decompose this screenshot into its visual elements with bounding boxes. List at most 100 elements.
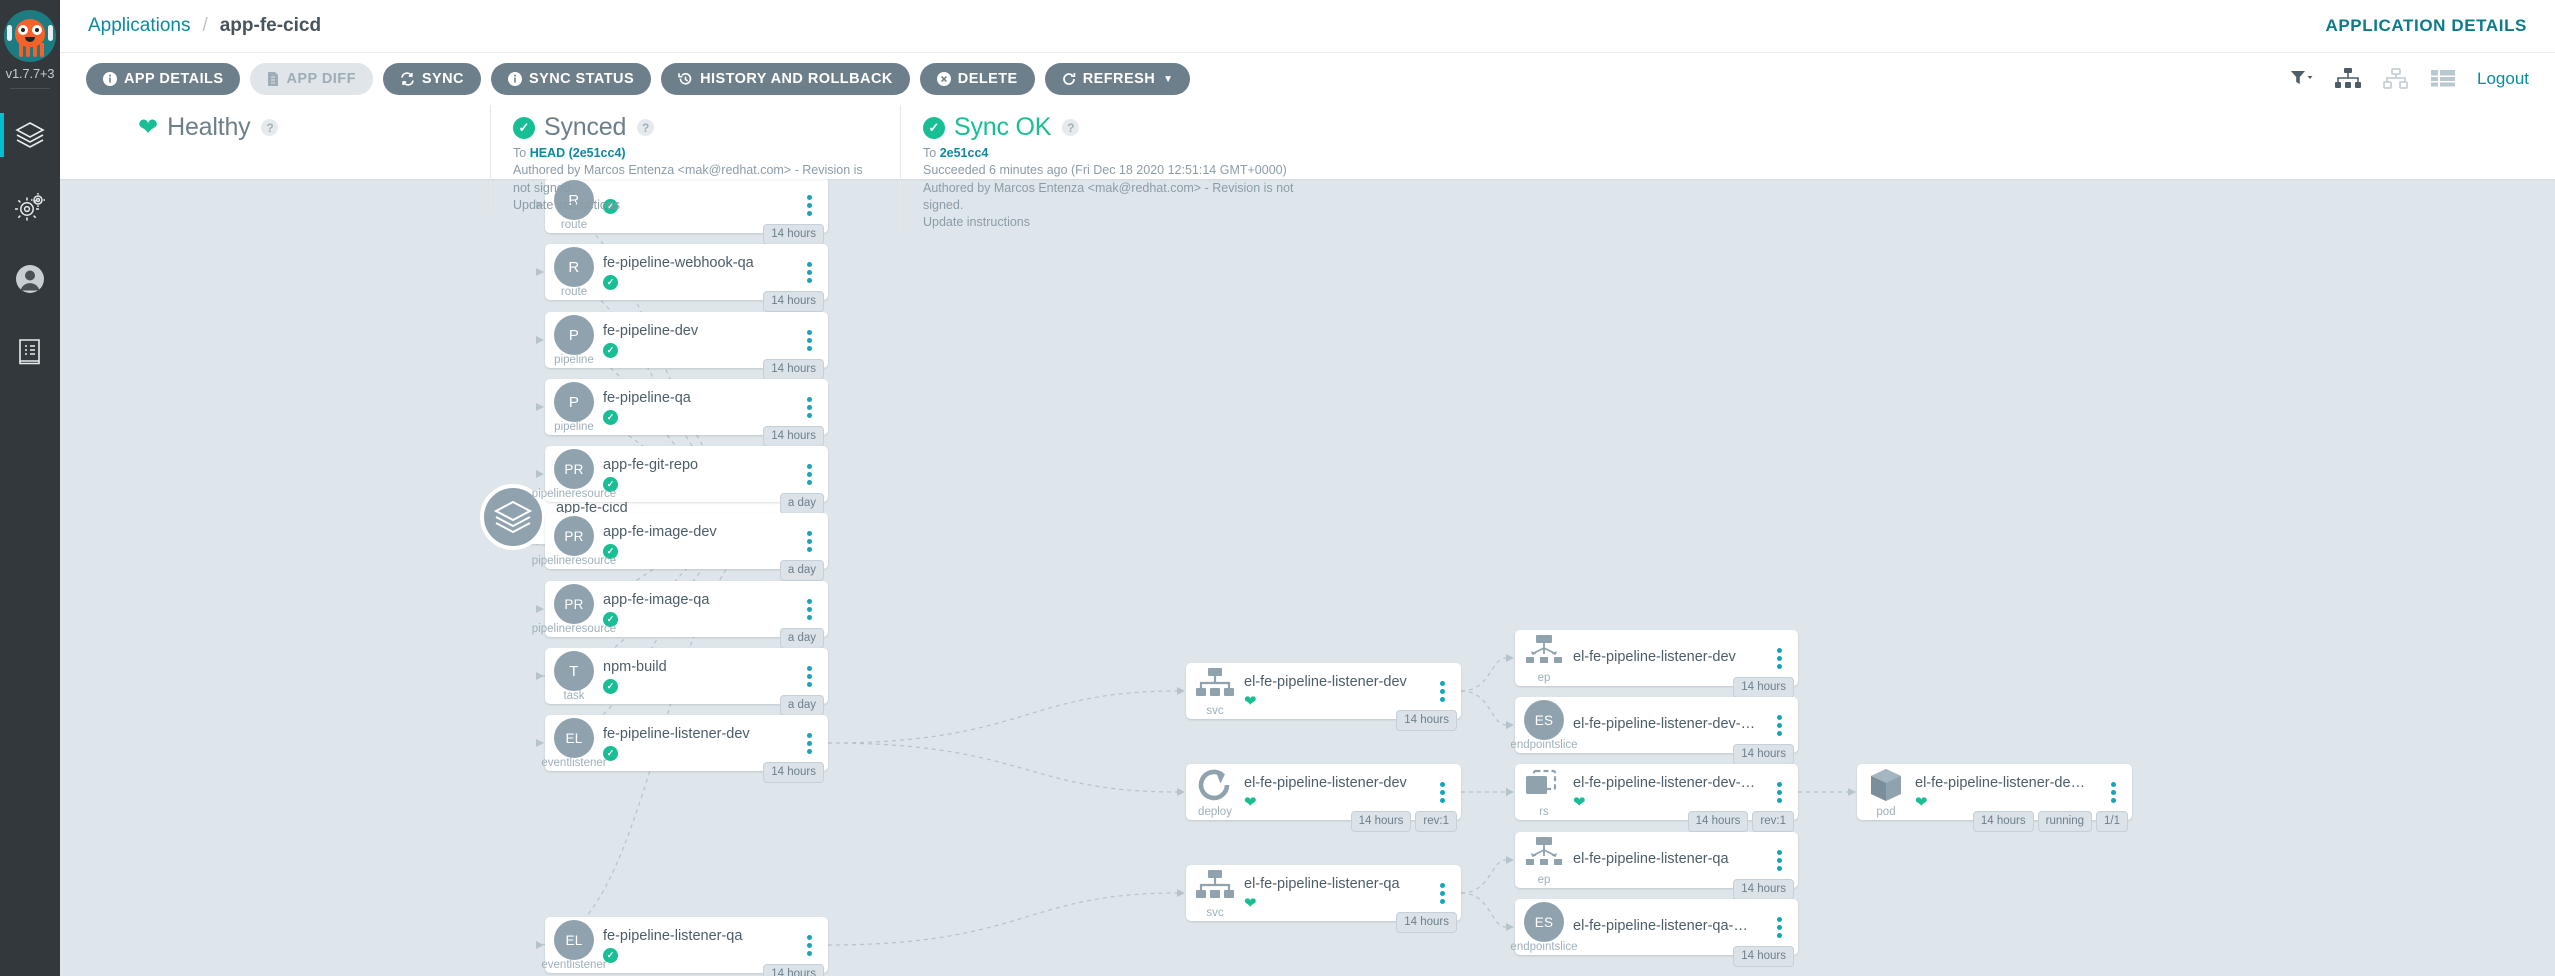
- resource-menu-button[interactable]: [796, 732, 822, 754]
- sidebar-item-user-info[interactable]: [0, 243, 60, 315]
- sync-status-button[interactable]: SYNC STATUS: [490, 63, 652, 95]
- resource-kind-label: endpointslice: [1510, 941, 1578, 953]
- resource-menu-button[interactable]: [1429, 882, 1455, 904]
- resource-menu-button[interactable]: [796, 463, 822, 485]
- resource-node-body: fe-pipeline-listener-qa ✓: [603, 927, 796, 963]
- resource-name: fe-pipeline-qa: [603, 390, 691, 407]
- resource-node-body: npm-build ✓: [603, 658, 796, 694]
- history-and-rollback-button[interactable]: HISTORY AND ROLLBACK: [661, 63, 910, 95]
- heart-icon: ❤: [1244, 894, 1257, 912]
- sync-help-icon[interactable]: ?: [637, 119, 655, 136]
- resource-avatar: ES: [1524, 700, 1564, 740]
- sync-revision-line: To HEAD (2e51cc4): [513, 146, 626, 160]
- sync-button[interactable]: SYNC: [382, 63, 481, 95]
- logout-link[interactable]: Logout: [2477, 69, 2529, 89]
- app-details-button[interactable]: APP DETAILS: [86, 63, 241, 95]
- breadcrumb-applications[interactable]: Applications: [88, 15, 190, 37]
- resource-kind-label: eventlistener: [541, 757, 607, 769]
- resource-node[interactable]: svc el-fe-pipeline-listener-dev ❤ 14 hou…: [1186, 663, 1461, 731]
- health-help-icon[interactable]: ?: [261, 119, 279, 136]
- resource-menu-button[interactable]: [1766, 647, 1792, 669]
- resource-menu-button[interactable]: [1766, 714, 1792, 736]
- resource-node[interactable]: ES endpointslice el-fe-pipeline-listener…: [1510, 899, 1798, 967]
- resource-name: el-fe-pipeline-listener-dev-7ddb...: [1915, 775, 2092, 792]
- list-view-icon[interactable]: [2431, 69, 2455, 89]
- sync-revision-link[interactable]: HEAD (2e51cc4): [530, 146, 626, 160]
- resource-menu-button[interactable]: [796, 329, 822, 351]
- resource-node[interactable]: ep el-fe-pipeline-listener-qa 14 hours: [1515, 832, 1798, 900]
- resource-status-badges: ✓: [603, 745, 788, 761]
- resource-kind-label: eventlistener: [541, 959, 607, 971]
- resource-node[interactable]: P pipeline fe-pipeline-dev ✓ 14 hours: [545, 312, 828, 380]
- resource-kind-label: task: [563, 690, 585, 702]
- resource-node[interactable]: T task npm-build ✓ a day: [545, 648, 828, 716]
- sidebar-divider: [10, 88, 50, 89]
- resource-name: fe-pipeline-listener-qa: [603, 928, 743, 945]
- resource-node[interactable]: PR pipelineresource app-fe-image-qa ✓ a …: [532, 581, 828, 649]
- resource-kind-icon-col: EL eventlistener: [541, 715, 607, 771]
- resource-node[interactable]: P pipeline fe-pipeline-qa ✓ 14 hours: [545, 379, 828, 447]
- resource-tag: 14 hours: [763, 762, 824, 783]
- resource-menu-button[interactable]: [2100, 781, 2126, 803]
- pod-icon: [1868, 767, 1904, 808]
- deploy-icon: [1196, 767, 1234, 808]
- resource-node[interactable]: EL eventlistener fe-pipeline-listener-de…: [541, 715, 828, 783]
- resource-node-body: app-fe-image-dev ✓: [603, 523, 796, 559]
- resource-kind-icon-col: ep: [1515, 630, 1573, 686]
- resource-tag: rev:1: [1415, 811, 1457, 832]
- sidebar-item-applications[interactable]: [0, 99, 60, 171]
- resource-node-body: el-fe-pipeline-listener-dev ❤: [1244, 673, 1429, 708]
- sidebar-item-documentation[interactable]: [0, 315, 60, 387]
- delete-button[interactable]: DELETE: [919, 63, 1035, 95]
- resource-avatar: PR: [554, 584, 594, 624]
- resource-name: app-fe-image-qa: [603, 592, 710, 609]
- resource-node[interactable]: R route fe-pipeline-webhook-qa ✓ 14 hour…: [545, 244, 828, 312]
- resource-menu-button[interactable]: [796, 530, 822, 552]
- resource-tree-canvas[interactable]: app-fe-cicd ❤✓ R route ✓ 14 hours R rout…: [60, 179, 2555, 976]
- resource-node-body: el-fe-pipeline-listener-qa ❤: [1244, 875, 1429, 910]
- resource-tag: 14 hours: [1733, 677, 1794, 698]
- resource-menu-button[interactable]: [796, 598, 822, 620]
- operation-help-icon[interactable]: ?: [1062, 119, 1080, 136]
- resource-kind-label: route: [560, 219, 588, 231]
- argocd-logo[interactable]: [4, 10, 56, 62]
- resource-node[interactable]: pod el-fe-pipeline-listener-dev-7ddb... …: [1857, 764, 2132, 832]
- resource-menu-button[interactable]: [796, 396, 822, 418]
- resource-name: el-fe-pipeline-listener-dev: [1244, 775, 1407, 792]
- app-diff-button[interactable]: APP DIFF: [250, 63, 373, 95]
- resource-node[interactable]: svc el-fe-pipeline-listener-qa ❤ 14 hour…: [1186, 865, 1461, 933]
- resource-name: fe-pipeline-dev: [603, 323, 699, 340]
- sidebar-item-settings[interactable]: [0, 171, 60, 243]
- delete-button-label: DELETE: [957, 71, 1018, 87]
- application-details-link[interactable]: APPLICATION DETAILS: [2325, 16, 2527, 35]
- resource-menu-button[interactable]: [1766, 916, 1792, 938]
- resource-menu-button[interactable]: [1429, 781, 1455, 803]
- resource-node[interactable]: deploy el-fe-pipeline-listener-dev ❤ 14 …: [1186, 764, 1461, 832]
- resource-node[interactable]: EL eventlistener fe-pipeline-listener-qa…: [541, 917, 828, 976]
- tree-edges: [535, 201, 1856, 949]
- resource-menu-button[interactable]: [796, 665, 822, 687]
- filter-icon[interactable]: [2291, 70, 2313, 88]
- refresh-button[interactable]: REFRESH ▼: [1044, 63, 1191, 95]
- network-view-icon[interactable]: [2383, 68, 2409, 90]
- resource-node-body: el-fe-pipeline-listener-dev-4h8gf: [1573, 715, 1766, 735]
- resource-node[interactable]: ES endpointslice el-fe-pipeline-listener…: [1510, 697, 1798, 765]
- resource-node[interactable]: rs el-fe-pipeline-listener-dev-7ddb... ❤…: [1515, 764, 1798, 832]
- resource-node[interactable]: ep el-fe-pipeline-listener-dev 14 hours: [1515, 630, 1798, 698]
- resource-menu-button[interactable]: [1766, 849, 1792, 871]
- resource-node[interactable]: PR pipelineresource app-fe-image-dev ✓ a…: [532, 513, 828, 581]
- check-circle-icon: ✓: [923, 116, 945, 139]
- resource-node-body: app-fe-git-repo ✓: [603, 456, 796, 492]
- resource-menu-button[interactable]: [796, 934, 822, 956]
- resource-menu-button[interactable]: [796, 261, 822, 283]
- resource-node-body: el-fe-pipeline-listener-dev: [1573, 648, 1766, 668]
- resource-kind-icon-col: P pipeline: [545, 312, 603, 368]
- tree-view-icon[interactable]: [2335, 68, 2361, 90]
- resource-menu-button[interactable]: [1429, 680, 1455, 702]
- resource-status-badges: ❤: [1244, 896, 1421, 911]
- resource-menu-button[interactable]: [1766, 781, 1792, 803]
- resource-node[interactable]: PR pipelineresource app-fe-git-repo ✓ a …: [532, 446, 828, 514]
- operation-revision-link[interactable]: 2e51cc4: [940, 146, 989, 160]
- resource-kind-icon-col: ES endpointslice: [1510, 697, 1578, 753]
- resource-kind-icon-col: P pipeline: [545, 379, 603, 435]
